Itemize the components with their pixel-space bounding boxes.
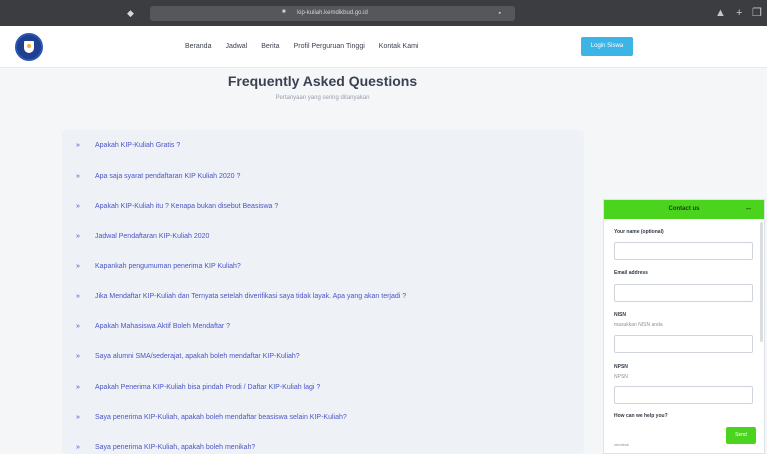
faq-item[interactable]: » Apakah KIP-Kuliah itu ? Kenapa bukan d… — [62, 197, 584, 217]
faq-item[interactable]: » Saya alumni SMA/sederajat, apakah bole… — [62, 347, 584, 367]
nav-berita[interactable]: Berita — [261, 40, 279, 54]
faq-item[interactable]: » Saya penerima KIP-Kuliah, apakah boleh… — [62, 438, 584, 454]
nav-kontak[interactable]: Kontak Kami — [379, 40, 419, 54]
nav-profil-pt[interactable]: Profil Perguruan Tinggi — [294, 40, 365, 54]
faq-question[interactable]: Apakah KIP-Kuliah Gratis ? — [95, 136, 180, 156]
faq-question[interactable]: Apakah Penerima KIP-Kuliah bisa pindah P… — [95, 378, 320, 398]
faq-question[interactable]: Jadwal Pendaftaran KIP-Kuliah 2020 — [95, 227, 209, 247]
site-header: Beranda Jadwal Berita Profil Perguruan T… — [0, 26, 767, 68]
faq-question[interactable]: Kapankah pengumuman penerima KIP Kuliah? — [95, 257, 241, 277]
faq-question[interactable]: Saya penerima KIP-Kuliah, apakah boleh m… — [95, 408, 347, 428]
page-subtitle: Pertanyaan yang sering ditanyakan — [275, 95, 370, 101]
faq-item[interactable]: » Jika Mendaftar KIP-Kuliah dan Ternyata… — [62, 287, 584, 307]
chevron-right-icon: » — [76, 142, 80, 149]
extension-icon[interactable]: ▪ — [499, 9, 501, 18]
faq-item[interactable]: » Apa saja syarat pendaftaran KIP Kuliah… — [62, 167, 584, 187]
chevron-right-icon: » — [76, 323, 80, 330]
name-field[interactable] — [614, 242, 753, 260]
npsn-label: NPSN — [614, 364, 628, 370]
npsn-field[interactable] — [614, 386, 753, 404]
contact-widget: Contact us – Your name (optional) Email … — [603, 199, 765, 454]
faq-question[interactable]: Apakah KIP-Kuliah itu ? Kenapa bukan dis… — [95, 197, 278, 217]
faq-question[interactable]: Jika Mendaftar KIP-Kuliah dan Ternyata s… — [95, 287, 406, 307]
contact-header[interactable]: Contact us – — [604, 200, 764, 219]
tabs-icon[interactable]: ❐ — [752, 6, 762, 20]
faq-item[interactable]: » Saya penerima KIP-Kuliah, apakah boleh… — [62, 408, 584, 428]
nav-beranda[interactable]: Beranda — [185, 40, 211, 54]
chevron-right-icon: » — [76, 444, 80, 451]
faq-list: » Apakah KIP-Kuliah Gratis ? » Apa saja … — [62, 130, 584, 454]
faq-question[interactable]: Apakah Mahasiswa Aktif Boleh Mendaftar ? — [95, 317, 230, 337]
faq-question[interactable]: Saya penerima KIP-Kuliah, apakah boleh m… — [95, 438, 255, 454]
chevron-right-icon: » — [76, 203, 80, 210]
chevron-right-icon: » — [76, 263, 80, 270]
zendesk-brand: zendesk — [614, 442, 629, 447]
shield-icon[interactable]: ◆ — [127, 8, 135, 18]
main-nav: Beranda Jadwal Berita Profil Perguruan T… — [185, 40, 432, 54]
page-title: Frequently Asked Questions — [227, 73, 418, 89]
faq-question[interactable]: Saya alumni SMA/sederajat, apakah boleh … — [95, 347, 300, 367]
nav-jadwal[interactable]: Jadwal — [225, 40, 247, 54]
faq-item[interactable]: » Apakah Mahasiswa Aktif Boleh Mendaftar… — [62, 317, 584, 337]
faq-item[interactable]: » Kapankah pengumuman penerima KIP Kulia… — [62, 257, 584, 277]
chevron-right-icon: » — [76, 233, 80, 240]
share-icon[interactable]: ▲ — [715, 6, 726, 20]
nisn-hint: masukkan NISN anda — [614, 322, 663, 328]
logo-emblem — [27, 44, 31, 48]
email-field[interactable] — [614, 284, 753, 302]
kemdikbud-logo[interactable] — [15, 33, 43, 61]
help-label: How can we help you? — [614, 413, 668, 419]
minimize-icon[interactable]: – — [746, 200, 751, 219]
npsn-hint: NPSN — [614, 374, 628, 380]
chevron-right-icon: » — [76, 293, 80, 300]
plus-icon[interactable]: + — [736, 6, 742, 20]
faq-question[interactable]: Apa saja syarat pendaftaran KIP Kuliah 2… — [95, 167, 240, 187]
send-button[interactable]: Send — [726, 427, 756, 444]
nisn-label: NISN — [614, 312, 626, 318]
faq-item[interactable]: » Apakah KIP-Kuliah Gratis ? — [62, 136, 584, 156]
nisn-field[interactable] — [614, 335, 753, 353]
address-bar[interactable]: ■ kip-kuliah.kemdikbud.go.id ▪ — [150, 6, 515, 21]
chevron-right-icon: » — [76, 414, 80, 421]
contact-title: Contact us — [668, 206, 700, 212]
contact-scrollbar[interactable] — [760, 222, 763, 342]
faq-item[interactable]: » Jadwal Pendaftaran KIP-Kuliah 2020 — [62, 227, 584, 247]
chevron-right-icon: » — [76, 384, 80, 391]
browser-toolbar: ◆ ■ kip-kuliah.kemdikbud.go.id ▪ ▲ + ❐ — [0, 0, 767, 26]
chevron-right-icon: » — [76, 353, 80, 360]
login-button[interactable]: Login Siswa — [581, 37, 633, 56]
chevron-right-icon: » — [76, 173, 80, 180]
name-label: Your name (optional) — [614, 229, 664, 235]
faq-item[interactable]: » Apakah Penerima KIP-Kuliah bisa pindah… — [62, 378, 584, 398]
url-text: kip-kuliah.kemdikbud.go.id — [297, 10, 368, 16]
email-label: Email address — [614, 270, 648, 276]
